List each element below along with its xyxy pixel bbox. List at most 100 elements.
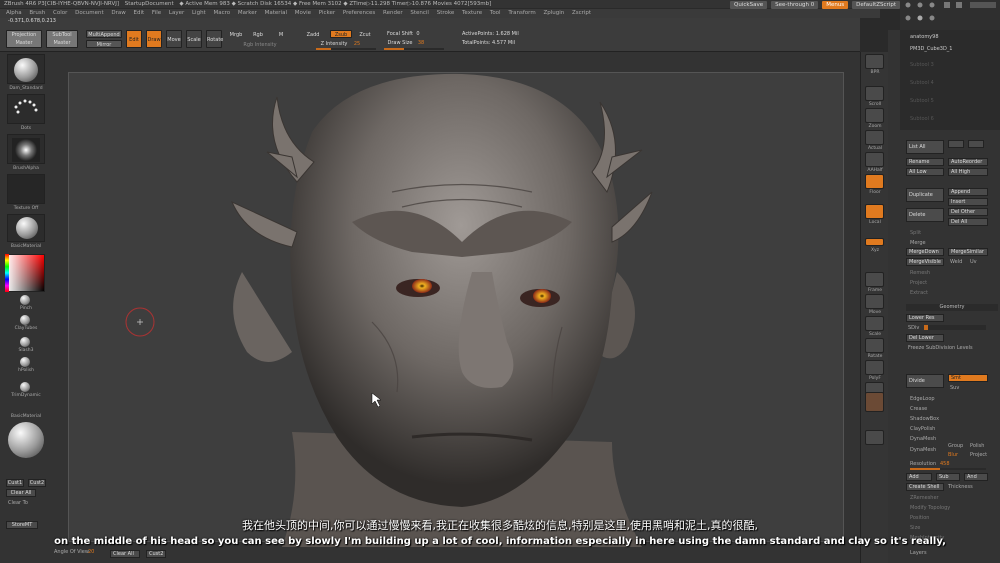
pinch-brush-icon[interactable]	[20, 295, 30, 305]
geometry-header[interactable]: Geometry	[906, 304, 998, 311]
delete-button[interactable]: Delete	[906, 208, 944, 222]
sub-button[interactable]: Sub	[936, 473, 960, 481]
zremesher-section[interactable]: ZRemesher	[910, 495, 939, 501]
hue-strip[interactable]	[5, 254, 9, 292]
menu-material[interactable]: Material	[265, 9, 287, 18]
see-through-slider[interactable]: See-through 0	[771, 0, 819, 9]
rotate-view-button[interactable]	[865, 338, 884, 353]
group-toggle[interactable]: Group	[948, 443, 963, 449]
menu-picker[interactable]: Picker	[319, 9, 335, 18]
subtool-item[interactable]: Subtool 3	[910, 62, 934, 68]
arrow-down-button[interactable]	[968, 140, 984, 148]
persp-button[interactable]	[865, 174, 884, 189]
menu-layer[interactable]: Layer	[169, 9, 184, 18]
mergesimilar-button[interactable]: MergeSimilar	[948, 248, 988, 256]
actual-button[interactable]	[865, 130, 884, 145]
dynamesh-button[interactable]: DynaMesh	[910, 447, 936, 453]
del-other-button[interactable]: Del Other	[948, 208, 988, 216]
list-all-button[interactable]: List All	[906, 140, 944, 154]
layers-section[interactable]: Layers	[910, 550, 927, 556]
divide-button[interactable]: Divide	[906, 374, 944, 388]
multiappend-button[interactable]: MultiAppend	[86, 30, 122, 38]
trimdynamic-brush-icon[interactable]	[20, 382, 30, 392]
rotate-button[interactable]: Rotate	[206, 30, 223, 48]
menu-tool[interactable]: Tool	[490, 9, 501, 18]
sdiv-slider[interactable]	[924, 325, 986, 330]
menu-light[interactable]: Light	[192, 9, 206, 18]
subtool-master-button[interactable]: SubTool Master	[46, 30, 78, 48]
scroll-button[interactable]	[865, 86, 884, 101]
crease-section[interactable]: Crease	[910, 406, 927, 412]
menus-button[interactable]: Menus	[822, 0, 849, 9]
cust2-button[interactable]: Cust2	[28, 479, 46, 487]
resolution-slider[interactable]	[910, 468, 986, 470]
menu-macro[interactable]: Macro	[213, 9, 230, 18]
add-button[interactable]: Add	[906, 473, 932, 481]
draw-button[interactable]: Draw	[146, 30, 162, 48]
scale-button[interactable]: Scale	[186, 30, 202, 48]
and-button[interactable]: And	[964, 473, 988, 481]
brush-selector[interactable]	[7, 54, 45, 84]
ghost-button[interactable]	[865, 392, 884, 412]
cust1-button[interactable]: Cust1	[6, 479, 24, 487]
material-selector[interactable]	[7, 214, 45, 242]
remesh-section[interactable]: Remesh	[910, 270, 930, 276]
menu-transform[interactable]: Transform	[508, 9, 535, 18]
scale-view-button[interactable]	[865, 316, 884, 331]
insert-button[interactable]: Insert	[948, 198, 988, 206]
claytubes-brush-icon[interactable]	[20, 315, 30, 325]
mergedown-button[interactable]: MergeDown	[906, 248, 944, 256]
thickness-slider[interactable]: Thickness	[948, 484, 973, 490]
merge-section[interactable]: Merge	[910, 240, 926, 246]
uv-toggle[interactable]: Uv	[970, 259, 977, 265]
arrow-up-button[interactable]	[948, 140, 964, 148]
smt-toggle[interactable]: Smt	[948, 374, 988, 382]
menu-stencil[interactable]: Stencil	[410, 9, 429, 18]
hpolish-brush-icon[interactable]	[20, 357, 30, 367]
subtool-list[interactable]: anatomy98 PM3D_Cube3D_1 Subtool 3 Subtoo…	[900, 30, 1000, 130]
menu-texture[interactable]: Texture	[462, 9, 482, 18]
xyz-button[interactable]	[865, 238, 884, 246]
bpr-button[interactable]	[865, 54, 884, 69]
m-button[interactable]: M	[276, 32, 286, 39]
extract-section[interactable]: Extract	[910, 290, 928, 296]
all-low-button[interactable]: All Low	[906, 168, 944, 176]
weld-toggle[interactable]: Weld	[950, 259, 962, 265]
menu-preferences[interactable]: Preferences	[343, 9, 375, 18]
menu-draw[interactable]: Draw	[111, 9, 125, 18]
aahalf-button[interactable]	[865, 152, 884, 167]
claypolish-section[interactable]: ClayPolish	[910, 426, 935, 432]
material-preview-sphere[interactable]	[8, 422, 44, 458]
clear-all-button[interactable]: Clear All	[6, 489, 36, 497]
lower-res-button[interactable]: Lower Res	[906, 314, 944, 322]
polyf-button[interactable]	[865, 360, 884, 375]
menu-color[interactable]: Color	[53, 9, 67, 18]
menu-zplugin[interactable]: Zplugin	[543, 9, 564, 18]
menu-movie[interactable]: Movie	[295, 9, 311, 18]
menu-stroke[interactable]: Stroke	[437, 9, 455, 18]
del-all-button[interactable]: Del All	[948, 218, 988, 226]
subtool-item[interactable]: Subtool 4	[910, 80, 934, 86]
frame-button[interactable]	[865, 272, 884, 287]
menu-marker[interactable]: Marker	[238, 9, 257, 18]
menu-brush[interactable]: Brush	[29, 9, 45, 18]
defaultzscript-button[interactable]: DefaultZScript	[852, 0, 900, 9]
split-section[interactable]: Split	[910, 230, 921, 236]
menu-render[interactable]: Render	[383, 9, 403, 18]
suv-toggle[interactable]: Suv	[950, 385, 959, 391]
stroke-selector[interactable]	[7, 94, 45, 124]
draw-size-slider[interactable]	[384, 48, 444, 50]
del-lower-button[interactable]: Del Lower	[906, 334, 944, 342]
slash3-brush-icon[interactable]	[20, 337, 30, 347]
menu-document[interactable]: Document	[75, 9, 104, 18]
menu-zscript[interactable]: Zscript	[572, 9, 591, 18]
subtool-item[interactable]: Subtool 5	[910, 98, 934, 104]
z-intensity-slider[interactable]	[316, 48, 376, 50]
canvas[interactable]	[52, 52, 860, 547]
project-section[interactable]: Project	[910, 280, 927, 286]
polish-toggle[interactable]: Polish	[970, 443, 984, 449]
alpha-selector[interactable]	[7, 134, 45, 164]
sculpted-head-model[interactable]	[52, 52, 860, 547]
edit-button[interactable]: Edit	[126, 30, 142, 48]
move-view-button[interactable]	[865, 294, 884, 309]
